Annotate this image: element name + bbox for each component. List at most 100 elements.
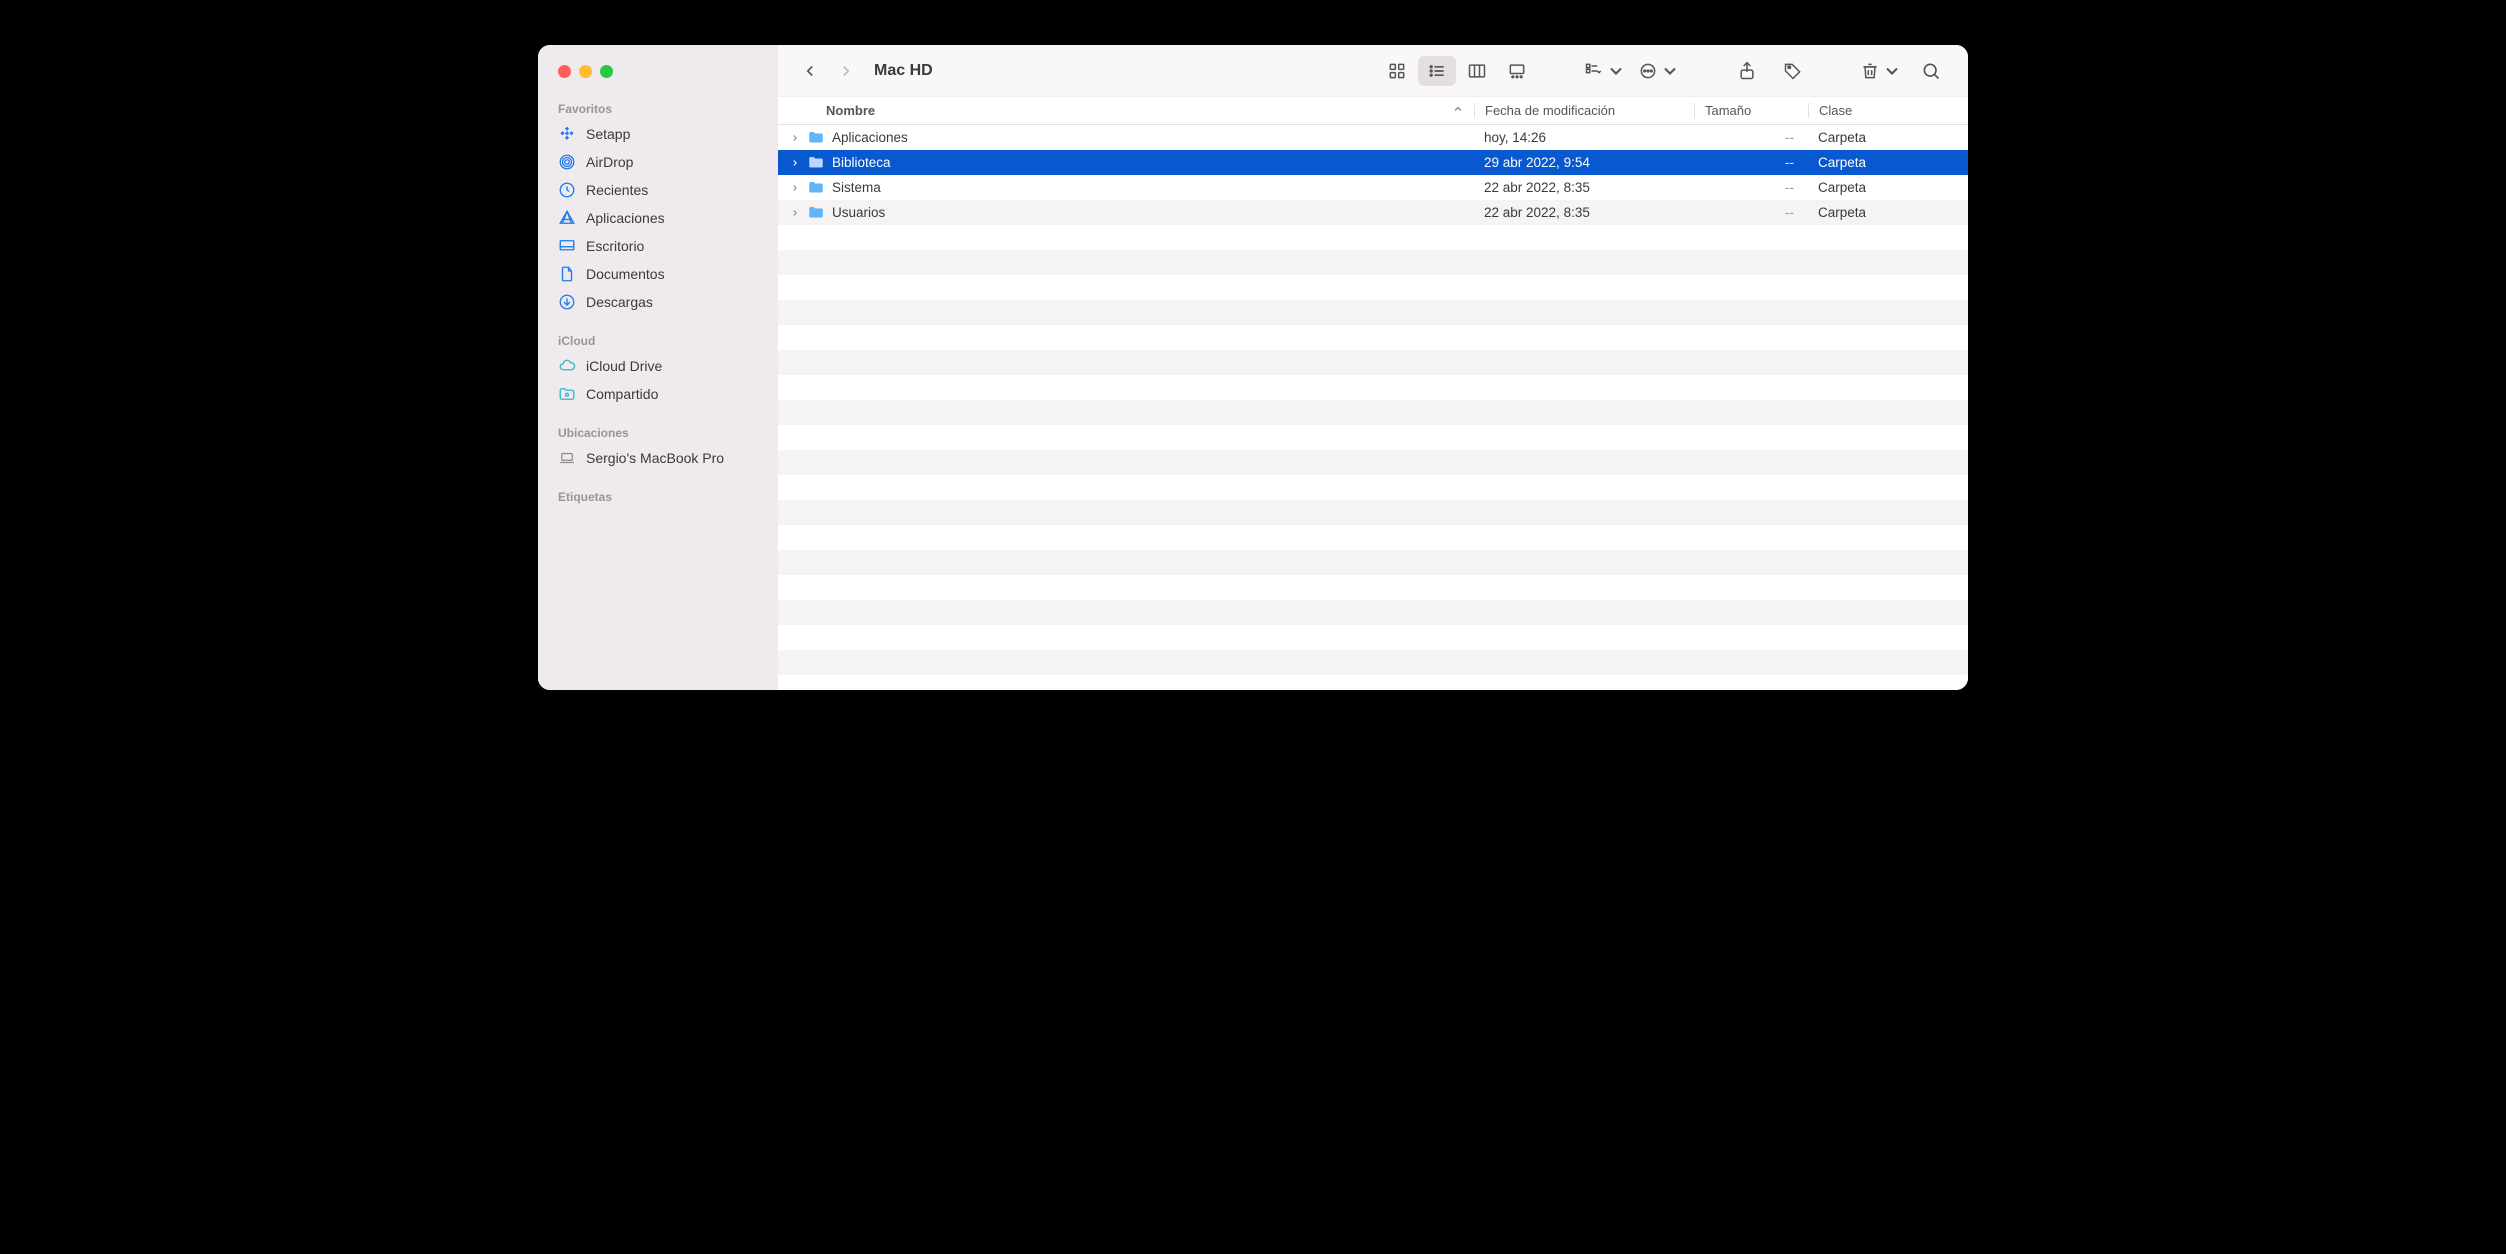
desktop-icon <box>558 237 576 255</box>
file-size: -- <box>1694 205 1808 220</box>
empty-row <box>778 225 1968 250</box>
sidebar-item-label: AirDrop <box>586 154 633 170</box>
sidebar-item[interactable]: Sergio's MacBook Pro <box>538 444 778 472</box>
icon-view-button[interactable] <box>1378 56 1416 86</box>
empty-row <box>778 575 1968 600</box>
sidebar-item[interactable]: Recientes <box>538 176 778 204</box>
empty-row <box>778 425 1968 450</box>
cloud-icon <box>558 357 576 375</box>
file-kind: Carpeta <box>1808 130 1968 145</box>
sidebar-section-label: iCloud <box>538 328 778 352</box>
column-header-date[interactable]: Fecha de modificación <box>1474 103 1694 118</box>
file-kind: Carpeta <box>1808 180 1968 195</box>
file-size: -- <box>1694 180 1808 195</box>
empty-row <box>778 400 1968 425</box>
window-title: Mac HD <box>874 62 933 80</box>
search-button[interactable] <box>1912 56 1950 86</box>
empty-row <box>778 350 1968 375</box>
sidebar-item[interactable]: Aplicaciones <box>538 204 778 232</box>
sidebar-item[interactable]: Setapp <box>538 120 778 148</box>
folder-icon <box>806 128 826 148</box>
forward-button[interactable] <box>832 57 860 85</box>
disclosure-chevron-icon[interactable] <box>788 158 802 168</box>
folder-icon <box>806 153 826 173</box>
empty-row <box>778 300 1968 325</box>
empty-row <box>778 475 1968 500</box>
column-headers: Nombre Fecha de modificación Tamaño Clas… <box>778 97 1968 125</box>
download-icon <box>558 293 576 311</box>
empty-row <box>778 650 1968 675</box>
close-button[interactable] <box>558 65 571 78</box>
sidebar-section-label: Favoritos <box>538 96 778 120</box>
folder-icon <box>806 178 826 198</box>
finder-window: Favoritos Setapp AirDrop Recientes Aplicacio… <box>538 45 1968 690</box>
sidebar-item[interactable]: Escritorio <box>538 232 778 260</box>
file-date: 22 abr 2022, 8:35 <box>1474 180 1694 195</box>
sidebar-item[interactable]: AirDrop <box>538 148 778 176</box>
empty-row <box>778 550 1968 575</box>
laptop-icon <box>558 449 576 467</box>
file-row[interactable]: Aplicacioneshoy, 14:26--Carpeta <box>778 125 1968 150</box>
sidebar-item[interactable]: Descargas <box>538 288 778 316</box>
tags-button[interactable] <box>1774 56 1812 86</box>
disclosure-chevron-icon[interactable] <box>788 208 802 218</box>
empty-row <box>778 450 1968 475</box>
column-view-button[interactable] <box>1458 56 1496 86</box>
file-name: Sistema <box>832 180 1474 195</box>
sidebar: Favoritos Setapp AirDrop Recientes Aplicacio… <box>538 45 778 690</box>
empty-row <box>778 325 1968 350</box>
sidebar-item-label: iCloud Drive <box>586 358 662 374</box>
sort-ascending-icon <box>1452 103 1464 118</box>
column-header-name[interactable]: Nombre <box>778 103 1474 118</box>
gallery-view-button[interactable] <box>1498 56 1536 86</box>
sidebar-item[interactable]: Documentos <box>538 260 778 288</box>
column-header-name-label: Nombre <box>826 103 875 118</box>
empty-row <box>778 250 1968 275</box>
sidebar-item-label: Setapp <box>586 126 630 142</box>
minimize-button[interactable] <box>579 65 592 78</box>
clock-icon <box>558 181 576 199</box>
file-row[interactable]: Usuarios22 abr 2022, 8:35--Carpeta <box>778 200 1968 225</box>
file-size: -- <box>1694 155 1808 170</box>
back-button[interactable] <box>796 57 824 85</box>
action-menu-button[interactable] <box>1636 56 1682 86</box>
sidebar-item-label: Sergio's MacBook Pro <box>586 450 724 466</box>
file-date: 29 abr 2022, 9:54 <box>1474 155 1694 170</box>
share-button[interactable] <box>1728 56 1766 86</box>
sidebar-item[interactable]: Compartido <box>538 380 778 408</box>
column-header-size[interactable]: Tamaño <box>1694 103 1808 118</box>
main-pane: Mac HD <box>778 45 1968 690</box>
window-controls <box>538 65 778 96</box>
empty-row <box>778 375 1968 400</box>
empty-row <box>778 500 1968 525</box>
sidebar-item[interactable]: iCloud Drive <box>538 352 778 380</box>
file-list: Aplicacioneshoy, 14:26--CarpetaBibliotec… <box>778 125 1968 690</box>
airdrop-icon <box>558 153 576 171</box>
file-kind: Carpeta <box>1808 155 1968 170</box>
toolbar: Mac HD <box>778 45 1968 97</box>
file-date: hoy, 14:26 <box>1474 130 1694 145</box>
sidebar-section-label: Ubicaciones <box>538 420 778 444</box>
file-row[interactable]: Biblioteca29 abr 2022, 9:54--Carpeta <box>778 150 1968 175</box>
empty-row <box>778 600 1968 625</box>
disclosure-chevron-icon[interactable] <box>788 183 802 193</box>
sidebar-item-label: Documentos <box>586 266 665 282</box>
apps-icon <box>558 209 576 227</box>
empty-row <box>778 275 1968 300</box>
file-row[interactable]: Sistema22 abr 2022, 8:35--Carpeta <box>778 175 1968 200</box>
fullscreen-button[interactable] <box>600 65 613 78</box>
view-mode-group <box>1378 56 1536 86</box>
setapp-icon <box>558 125 576 143</box>
file-date: 22 abr 2022, 8:35 <box>1474 205 1694 220</box>
file-name: Biblioteca <box>832 155 1474 170</box>
group-button[interactable] <box>1582 56 1628 86</box>
folder-icon <box>806 203 826 223</box>
list-view-button[interactable] <box>1418 56 1456 86</box>
disclosure-chevron-icon[interactable] <box>788 133 802 143</box>
sidebar-item-label: Recientes <box>586 182 648 198</box>
sidebar-item-label: Descargas <box>586 294 653 310</box>
trash-button[interactable] <box>1858 56 1904 86</box>
column-header-kind[interactable]: Clase <box>1808 103 1968 118</box>
file-kind: Carpeta <box>1808 205 1968 220</box>
shared-folder-icon <box>558 385 576 403</box>
